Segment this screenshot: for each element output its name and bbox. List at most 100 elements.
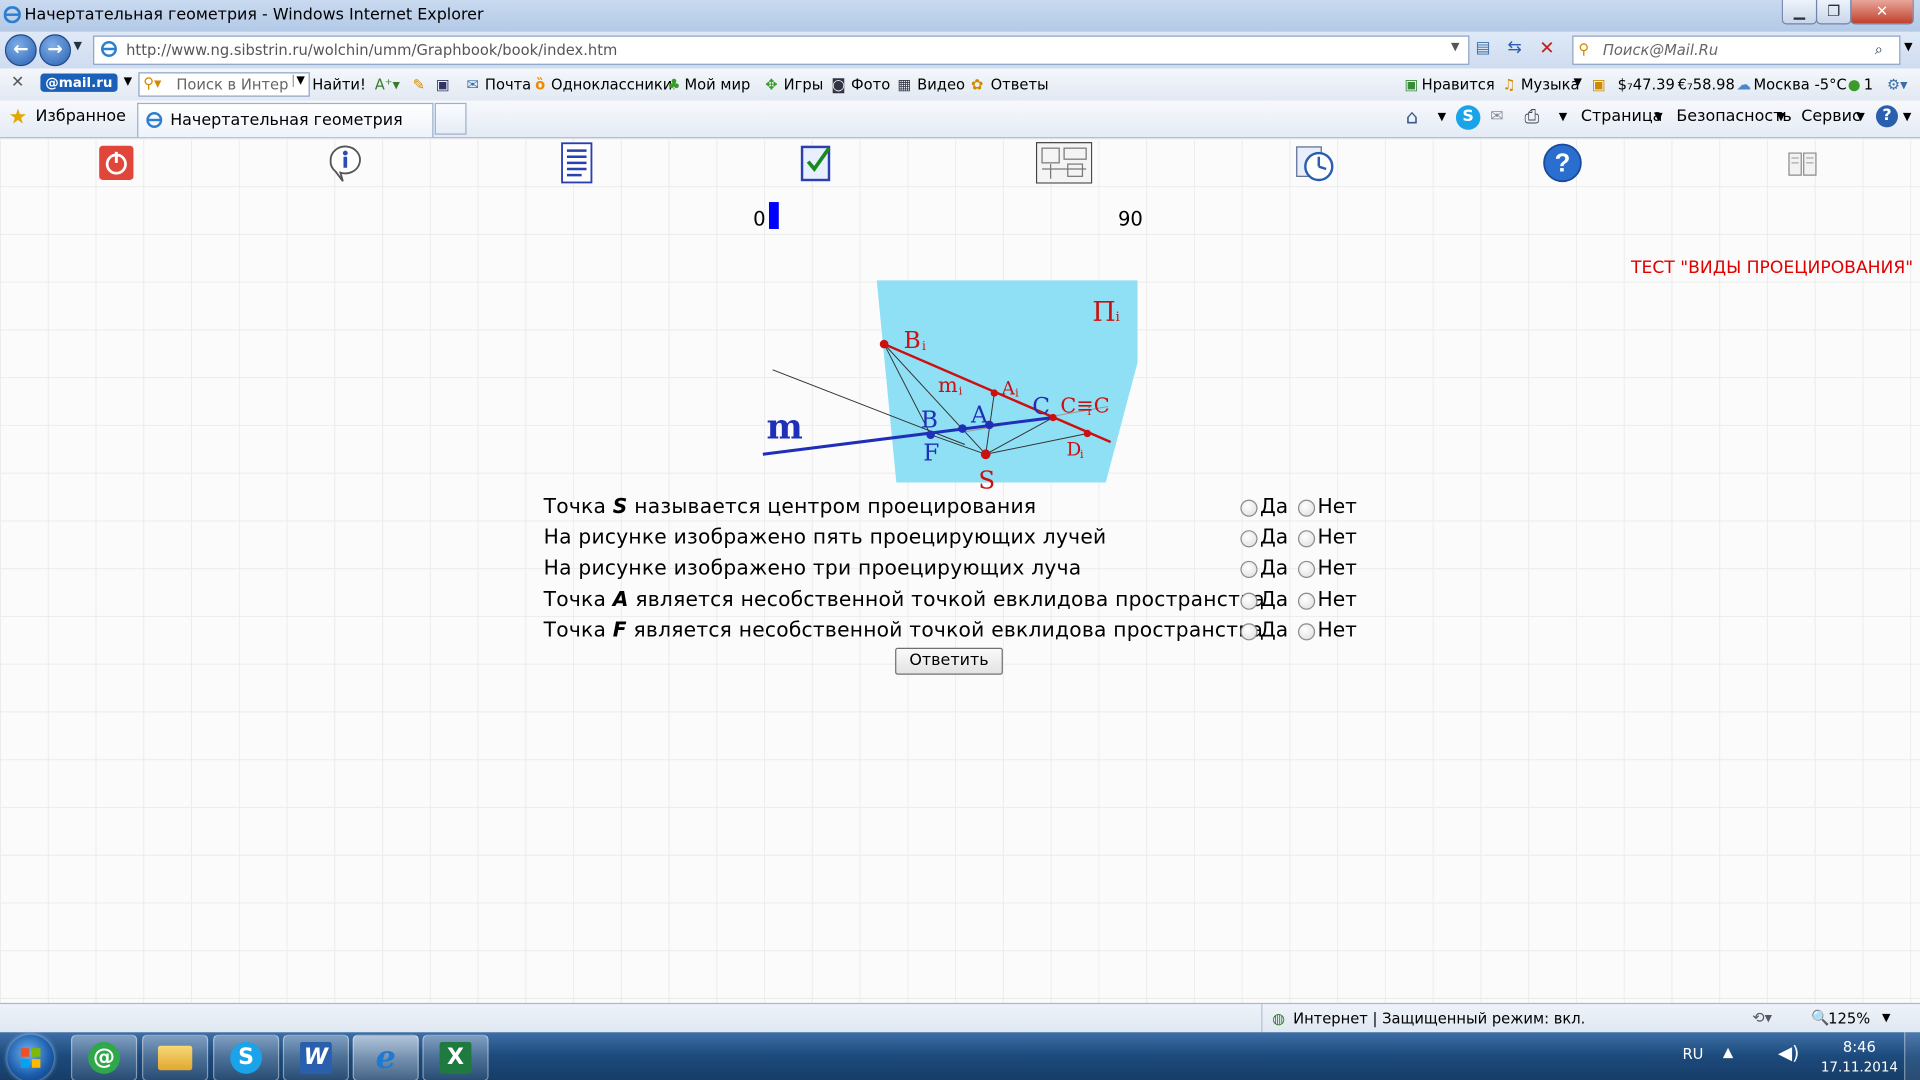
label-no[interactable]: Нет <box>1318 618 1357 641</box>
help-page-button[interactable]: ? <box>1538 141 1587 185</box>
mail-search-field[interactable]: ⚲▾ Поиск в Интерн ▼ <box>138 72 310 97</box>
address-field[interactable]: http://www.ng.sibstrin.ru/wolchin/umm/Gr… <box>93 35 1470 65</box>
zoom-level[interactable]: 125% <box>1828 1010 1870 1027</box>
maximize-button[interactable]: ❐ <box>1815 0 1852 25</box>
translate-icon[interactable]: A⁺▾ <box>375 76 400 93</box>
label-no[interactable]: Нет <box>1318 556 1357 579</box>
security-zone-text[interactable]: Интернет | Защищенный режим: вкл. <box>1293 1010 1585 1027</box>
label-yes[interactable]: Да <box>1260 618 1288 641</box>
print-icon[interactable]: ⎙ <box>1525 105 1540 127</box>
volume-icon[interactable]: ◀) <box>1778 1042 1799 1064</box>
radio-no[interactable] <box>1297 530 1316 548</box>
mailru-logo[interactable]: @mail.ru <box>40 73 118 92</box>
music-dropdown-icon[interactable]: ▼ <box>1573 77 1581 89</box>
language-indicator[interactable]: RU <box>1682 1046 1703 1063</box>
skype-icon[interactable]: S <box>1455 105 1481 130</box>
radio-no[interactable] <box>1297 592 1316 610</box>
link-answers[interactable]: Ответы <box>991 76 1049 93</box>
music-link[interactable]: Музыка <box>1521 76 1580 93</box>
mail-search-dropdown-icon[interactable]: ▼ <box>292 74 305 87</box>
radio-yes[interactable] <box>1240 530 1258 548</box>
label-no[interactable]: Нет <box>1318 495 1357 518</box>
label-yes[interactable]: Да <box>1260 588 1288 611</box>
back-button[interactable]: ← <box>4 34 37 67</box>
print-dropdown-icon[interactable]: ▼ <box>1559 111 1567 123</box>
contents-button[interactable] <box>552 141 601 185</box>
help-dropdown-icon[interactable]: ▼ <box>1903 111 1911 123</box>
stop-icon[interactable]: ✕ <box>1539 37 1554 59</box>
link-myworld[interactable]: Мой мир <box>684 76 750 93</box>
taskbar-ie[interactable]: e <box>352 1034 419 1080</box>
taskbar-skype[interactable]: S <box>213 1034 280 1080</box>
radio-no[interactable] <box>1297 623 1316 641</box>
label-no[interactable]: Нет <box>1318 588 1357 611</box>
radio-no[interactable] <box>1297 560 1316 578</box>
tray-expand-icon[interactable]: ▲ <box>1723 1044 1733 1060</box>
search-field[interactable]: ⚲ Поиск@Mail.Ru ⌕ <box>1572 35 1901 65</box>
radio-yes[interactable] <box>1240 499 1258 517</box>
feeds-icon[interactable]: ✉ <box>1490 108 1503 126</box>
taskbar-explorer[interactable] <box>142 1034 209 1080</box>
search-options-icon[interactable]: ▼ <box>1904 42 1912 54</box>
minimize-button[interactable]: ▁ <box>1781 0 1818 25</box>
search-icon[interactable]: ⌕ <box>1875 40 1883 58</box>
forward-button[interactable]: → <box>39 34 72 67</box>
protected-mode-icon[interactable]: ⟲▾ <box>1752 1009 1772 1026</box>
find-button[interactable]: Найти! <box>312 76 366 93</box>
weather-link[interactable]: Москва -5°C <box>1753 76 1846 93</box>
menu-page[interactable]: Страница <box>1581 108 1663 126</box>
link-mail[interactable]: Почта <box>485 76 531 93</box>
menu-security[interactable]: Безопасность <box>1676 108 1791 126</box>
address-dropdown-icon[interactable]: ▼ <box>1451 42 1459 54</box>
answer-button[interactable]: Ответить <box>895 647 1003 675</box>
radio-no[interactable] <box>1297 499 1316 517</box>
timer-button[interactable] <box>1291 141 1340 185</box>
new-tab-button[interactable] <box>434 102 467 135</box>
likes-link[interactable]: Нравится <box>1422 76 1495 93</box>
favorites-label[interactable]: Избранное <box>36 108 126 126</box>
radio-yes[interactable] <box>1240 560 1258 578</box>
link-photo[interactable]: Фото <box>851 76 890 93</box>
compat-view-icon[interactable]: ▤ <box>1476 39 1491 57</box>
radio-yes[interactable] <box>1240 592 1258 610</box>
screenshot-icon[interactable]: ▣ <box>436 76 450 93</box>
taskbar-mailagent[interactable]: @ <box>71 1034 138 1080</box>
start-button[interactable] <box>7 1034 54 1080</box>
history-dropdown-icon[interactable]: ▼ <box>73 40 81 52</box>
link-games[interactable]: Игры <box>784 76 824 93</box>
link-video[interactable]: Видео <box>917 76 965 93</box>
settings-icon[interactable]: ⚙▾ <box>1887 76 1908 93</box>
label-yes[interactable]: Да <box>1260 556 1288 579</box>
usd-rate[interactable]: $₇47.39 <box>1618 76 1675 93</box>
logo-dropdown-icon[interactable]: ▼ <box>124 76 132 88</box>
refresh-icon[interactable]: ⇆ <box>1507 38 1521 58</box>
close-toolbar-icon[interactable]: ✕ <box>11 73 24 91</box>
active-tab[interactable]: Начертательная геометрия <box>137 102 434 138</box>
eur-rate[interactable]: €₇58.98 <box>1678 76 1735 93</box>
radio-yes[interactable] <box>1240 623 1258 641</box>
glossary-button[interactable] <box>1778 141 1827 185</box>
show-desktop-button[interactable] <box>1904 1032 1920 1080</box>
taskbar-word[interactable]: W <box>282 1034 349 1080</box>
menu-tools[interactable]: Сервис <box>1801 108 1861 126</box>
notification-count[interactable]: 1 <box>1864 76 1873 93</box>
test-button[interactable] <box>793 141 842 185</box>
arrow-right-icon: → <box>47 37 63 61</box>
label-yes[interactable]: Да <box>1260 525 1288 548</box>
clock-time[interactable]: 8:46 <box>1843 1038 1876 1055</box>
taskbar-excel[interactable]: X <box>422 1034 489 1080</box>
clock-date[interactable]: 17.11.2014 <box>1821 1059 1898 1075</box>
link-odnoklassniki[interactable]: Одноклассники <box>551 76 672 93</box>
close-button[interactable]: ✕ <box>1850 0 1914 25</box>
drawings-button[interactable] <box>1035 141 1093 185</box>
favorites-star-icon[interactable]: ★ <box>9 105 28 129</box>
zoom-dropdown-icon[interactable]: ▼ <box>1882 1013 1890 1025</box>
label-yes[interactable]: Да <box>1260 495 1288 518</box>
help-icon[interactable]: ? <box>1875 105 1898 128</box>
info-button[interactable] <box>321 141 370 185</box>
highlight-icon[interactable]: ✎ <box>413 76 425 93</box>
home-icon[interactable]: ⌂ <box>1406 105 1418 128</box>
label-no[interactable]: Нет <box>1318 525 1357 548</box>
home-dropdown-icon[interactable]: ▼ <box>1438 111 1446 123</box>
exit-button[interactable] <box>92 141 141 185</box>
